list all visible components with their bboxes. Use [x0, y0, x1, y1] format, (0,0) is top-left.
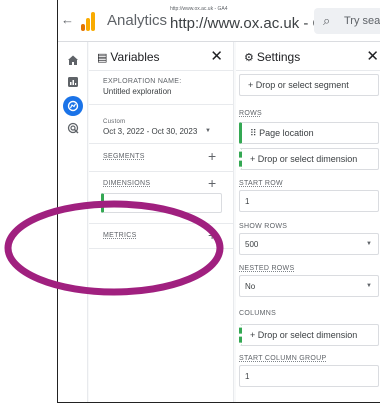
start-row-label: START ROW — [239, 180, 283, 187]
start-column-group-input[interactable]: 1 — [239, 365, 379, 387]
start-row-input[interactable]: 1 — [239, 190, 379, 212]
dimensions-label: DIMENSIONS — [103, 180, 151, 187]
columns-label: COLUMNS — [239, 310, 277, 317]
gear-icon: ⚙ — [244, 52, 254, 64]
show-rows-dropdown-icon: ▼ — [366, 241, 372, 247]
start-column-group-value: 1 — [245, 372, 250, 381]
nested-rows-value: No — [245, 282, 256, 291]
app-window: ← Analytics http://www.ox.ac.uk - GA4 ht… — [57, 0, 380, 403]
drop-dimension-columns-zone[interactable]: + Drop or select dimension — [239, 324, 379, 346]
search-box[interactable]: ⌕ Try sear — [314, 8, 380, 34]
drop-dimension-columns-text: + Drop or select dimension — [250, 330, 358, 340]
advertising-icon[interactable] — [65, 122, 81, 138]
add-dimension-icon[interactable]: + — [208, 176, 216, 190]
settings-panel: ⚙ Settings ✕ + Drop or select segment ROW… — [236, 42, 380, 402]
variables-title: Variables — [110, 50, 160, 64]
home-icon[interactable] — [65, 54, 81, 70]
top-bar: ← Analytics http://www.ox.ac.uk - GA4 ht… — [58, 0, 380, 42]
app-name: Analytics — [107, 12, 168, 29]
divider — [89, 104, 233, 105]
nested-rows-dropdown-icon: ▼ — [366, 283, 372, 289]
drop-segment-zone[interactable]: + Drop or select segment — [239, 74, 379, 96]
rows-dimension-chip[interactable]: ⠿ Page location — [239, 122, 379, 144]
start-row-value: 1 — [245, 197, 250, 206]
dimension-chip[interactable] — [101, 193, 222, 213]
drop-dimension-rows-zone[interactable]: + Drop or select dimension — [239, 148, 379, 170]
nested-rows-select[interactable]: No ▼ — [239, 275, 379, 297]
date-range[interactable]: Oct 3, 2022 - Oct 30, 2023 — [103, 127, 197, 136]
settings-header: ⚙ Settings — [244, 50, 300, 64]
show-rows-select[interactable]: 500 ▼ — [239, 233, 379, 255]
divider — [89, 171, 233, 172]
metrics-label: METRICS — [103, 232, 137, 239]
add-segment-icon[interactable]: + — [208, 149, 216, 163]
close-variables-icon[interactable]: ✕ — [210, 47, 223, 65]
analytics-logo — [81, 11, 97, 31]
date-range-label: Custom — [103, 119, 126, 125]
divider — [89, 248, 233, 249]
nested-rows-label: NESTED ROWS — [239, 265, 295, 272]
reports-icon[interactable] — [65, 76, 81, 92]
close-settings-icon[interactable]: ✕ — [366, 47, 379, 65]
divider — [89, 143, 233, 144]
divider — [89, 70, 233, 71]
segments-label: SEGMENTS — [103, 153, 145, 160]
show-rows-value: 500 — [245, 240, 259, 249]
nav-rail — [58, 42, 88, 402]
rows-label: ROWS — [239, 110, 262, 117]
variables-panel: ▤ Variables ✕ EXPLORATION NAME: Untitled … — [89, 42, 234, 402]
variables-icon: ▤ — [97, 52, 108, 64]
show-rows-label: SHOW ROWS — [239, 223, 288, 230]
search-icon: ⌕ — [323, 13, 331, 28]
explore-icon[interactable] — [63, 96, 83, 116]
property-account-path[interactable]: http://www.ox.ac.uk - GA4 — [170, 6, 228, 12]
exploration-name-label: EXPLORATION NAME: — [103, 78, 182, 85]
search-placeholder: Try sear — [344, 15, 380, 27]
exploration-name[interactable]: Untitled exploration — [103, 87, 171, 96]
divider — [89, 223, 233, 224]
settings-title: Settings — [256, 50, 301, 64]
start-column-group-label: START COLUMN GROUP — [239, 355, 327, 362]
rows-dimension-text: ⠿ Page location — [250, 128, 314, 138]
drop-dimension-rows-text: + Drop or select dimension — [250, 154, 358, 164]
date-range-dropdown-icon[interactable]: ▼ — [205, 128, 211, 134]
divider — [236, 70, 380, 71]
add-metric-icon[interactable]: + — [208, 228, 216, 242]
back-arrow-icon[interactable]: ← — [61, 12, 74, 27]
drop-segment-text: + Drop or select segment — [248, 80, 349, 90]
variables-header: ▤ Variables — [97, 50, 160, 64]
